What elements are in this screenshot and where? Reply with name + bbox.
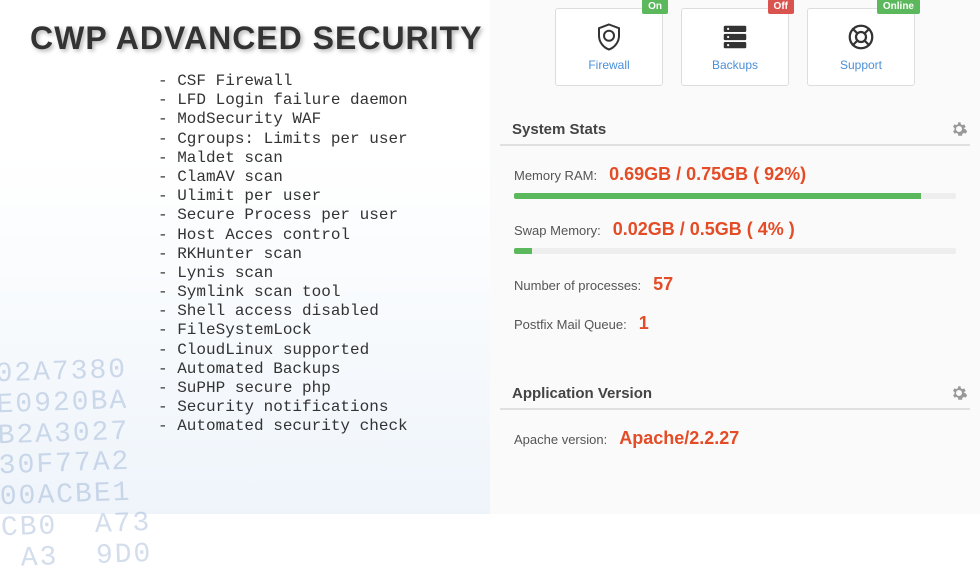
stat-value: Apache/2.2.27 — [619, 428, 739, 449]
system-stats-body: Memory RAM: 0.69GB / 0.75GB ( 92%) Swap … — [500, 164, 970, 334]
status-badge: Online — [877, 0, 920, 14]
feature-item: Symlink scan tool — [158, 283, 408, 302]
ram-bar — [514, 193, 956, 199]
firewall-tile[interactable]: On Firewall — [555, 8, 663, 86]
app-version-header: Application Version — [500, 380, 970, 410]
stat-value: 0.69GB / 0.75GB ( 92%) — [609, 164, 806, 185]
shield-icon — [594, 22, 624, 52]
processes-stat: Number of processes: 57 — [514, 274, 956, 295]
feature-item: FileSystemLock — [158, 321, 408, 340]
feature-list: CSF Firewall LFD Login failure daemon Mo… — [158, 72, 408, 437]
feature-item: Security notifications — [158, 398, 408, 417]
lifebuoy-icon — [846, 22, 876, 52]
feature-item: Cgroups: Limits per user — [158, 130, 408, 149]
feature-item: Secure Process per user — [158, 206, 408, 225]
feature-item: RKHunter scan — [158, 245, 408, 264]
status-tiles: On Firewall Off Backups Online Support — [500, 8, 970, 86]
feature-item: ModSecurity WAF — [158, 110, 408, 129]
system-stats-header: System Stats — [500, 116, 970, 146]
stat-label: Postfix Mail Queue: — [514, 317, 627, 332]
stat-value: 1 — [639, 313, 649, 334]
feature-item: Host Acces control — [158, 226, 408, 245]
feature-item: Automated Backups — [158, 360, 408, 379]
stat-label: Number of processes: — [514, 278, 641, 293]
apache-stat: Apache version: Apache/2.2.27 — [514, 428, 956, 449]
server-stack-icon — [720, 22, 750, 52]
decorative-hex-bg: F02A7380 4E0920BA 0B2A3027 A30F77A2 000A… — [0, 356, 153, 577]
feature-item: Lynis scan — [158, 264, 408, 283]
stat-label: Swap Memory: — [514, 223, 601, 238]
left-panel: F02A7380 4E0920BA 0B2A3027 A30F77A2 000A… — [0, 0, 490, 514]
tile-label: Backups — [712, 58, 758, 72]
stat-label: Memory RAM: — [514, 168, 597, 183]
feature-item: Shell access disabled — [158, 302, 408, 321]
ram-bar-fill — [514, 193, 921, 199]
section-title: System Stats — [512, 121, 606, 138]
tile-label: Support — [840, 58, 882, 72]
status-badge: On — [642, 0, 668, 14]
stat-value: 57 — [653, 274, 673, 295]
support-tile[interactable]: Online Support — [807, 8, 915, 86]
app-version-body: Apache version: Apache/2.2.27 — [500, 428, 970, 449]
gear-icon[interactable] — [950, 384, 968, 402]
feature-item: CSF Firewall — [158, 72, 408, 91]
feature-item: SuPHP secure php — [158, 379, 408, 398]
status-badge: Off — [768, 0, 794, 14]
swap-stat: Swap Memory: 0.02GB / 0.5GB ( 4% ) — [514, 219, 956, 240]
feature-item: ClamAV scan — [158, 168, 408, 187]
ram-stat: Memory RAM: 0.69GB / 0.75GB ( 92%) — [514, 164, 956, 185]
swap-bar-fill — [514, 248, 532, 254]
stat-value: 0.02GB / 0.5GB ( 4% ) — [613, 219, 795, 240]
swap-bar — [514, 248, 956, 254]
tile-label: Firewall — [588, 58, 629, 72]
feature-item: Maldet scan — [158, 149, 408, 168]
backups-tile[interactable]: Off Backups — [681, 8, 789, 86]
page-title: CWP ADVANCED SECURITY — [30, 20, 482, 57]
section-title: Application Version — [512, 385, 652, 402]
stat-label: Apache version: — [514, 432, 607, 447]
feature-item: LFD Login failure daemon — [158, 91, 408, 110]
feature-item: Ulimit per user — [158, 187, 408, 206]
feature-item: Automated security check — [158, 417, 408, 436]
feature-item: CloudLinux supported — [158, 341, 408, 360]
mailq-stat: Postfix Mail Queue: 1 — [514, 313, 956, 334]
right-panel: On Firewall Off Backups Online Support S… — [490, 0, 980, 514]
gear-icon[interactable] — [950, 120, 968, 138]
